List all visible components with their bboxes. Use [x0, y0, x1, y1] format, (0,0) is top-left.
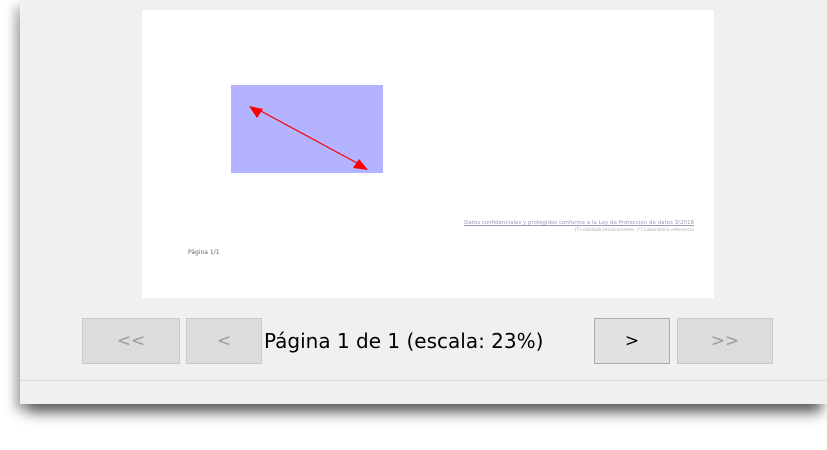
page-status-text: Página 1 de 1 (escala: 23%)	[264, 329, 544, 353]
window-top-border	[20, 0, 827, 10]
arrow-head-start	[249, 106, 263, 118]
footer-legend: (T) validado técnicamente, (*) Laborator…	[574, 228, 694, 233]
bottom-divider	[20, 380, 827, 381]
footer-notice: Datos confidenciales y protegidos confor…	[464, 220, 694, 226]
stage: Datos confidenciales y protegidos confor…	[0, 0, 827, 450]
print-preview-window: Datos confidenciales y protegidos confor…	[20, 0, 827, 404]
last-page-button[interactable]: >>	[677, 318, 773, 364]
first-page-button[interactable]: <<	[82, 318, 180, 364]
pagination-bar: << < Página 1 de 1 (escala: 23%) > >>	[20, 318, 827, 366]
arrow-head-end	[353, 159, 368, 170]
arrow-shaft	[258, 109, 358, 164]
next-page-button[interactable]: >	[594, 318, 670, 364]
previous-page-button[interactable]: <	[186, 318, 262, 364]
preview-page: Datos confidenciales y protegidos confor…	[142, 10, 714, 298]
page-number-label: Página 1/1	[188, 249, 220, 256]
double-arrow-shape	[249, 106, 368, 170]
